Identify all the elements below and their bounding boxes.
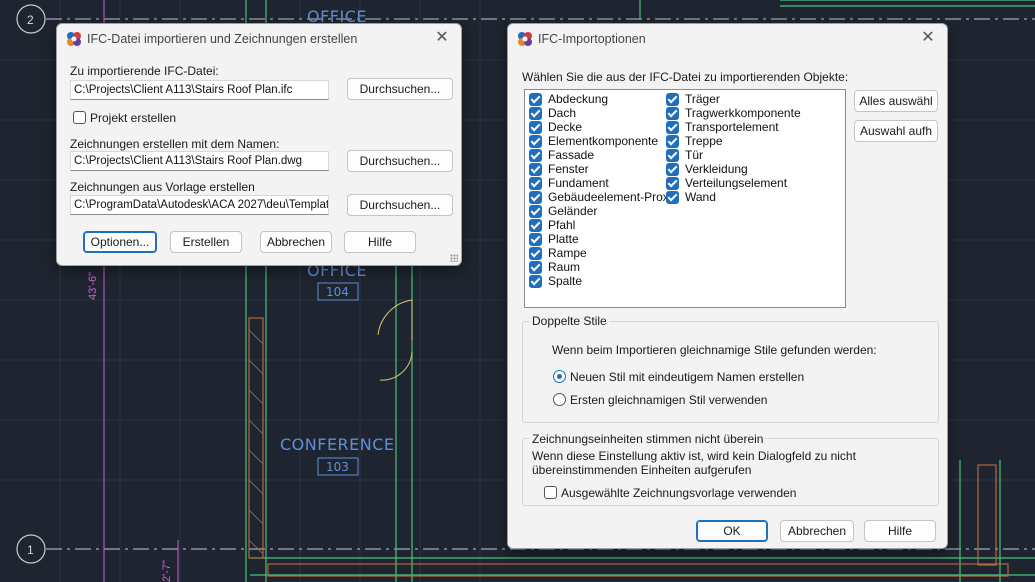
grid-bubble-1-label: 1 <box>27 543 34 557</box>
drawing-names-label: Zeichnungen erstellen mit dem Namen: <box>70 137 280 151</box>
object-list-item-label: Fassade <box>548 148 595 162</box>
cancel-button[interactable]: Abbrechen <box>260 231 332 253</box>
clear-selection-button[interactable]: Auswahl aufh <box>854 120 938 142</box>
checkbox-checked-icon[interactable] <box>529 149 542 162</box>
checkbox-checked-icon[interactable] <box>666 135 679 148</box>
object-list-item-label: Rampe <box>548 246 587 260</box>
dialog-title: IFC-Importoptionen <box>538 32 646 46</box>
checkbox-checked-icon[interactable] <box>529 275 542 288</box>
object-list-item-label: Elementkomponente <box>548 134 659 148</box>
dialog-titlebar[interactable]: IFC-Importoptionen ✕ <box>508 24 947 54</box>
object-list-item-label: Gebäudeelement-Proxy <box>548 190 675 204</box>
ifc-file-input[interactable]: C:\Projects\Client A113\Stairs Roof Plan… <box>70 80 329 100</box>
object-list-item-label: Tür <box>685 148 703 162</box>
object-list-item-label: Transportelement <box>685 120 779 134</box>
object-list-item-label: Verkleidung <box>685 162 748 176</box>
dimension-label-vertical: 43'-6" <box>87 272 99 300</box>
object-list-item-label: Geländer <box>548 204 598 218</box>
browse-dwg-button[interactable]: Durchsuchen... <box>347 150 453 172</box>
checkbox-checked-icon[interactable] <box>666 93 679 106</box>
select-objects-label: Wählen Sie die aus der IFC-Datei zu impo… <box>522 70 849 84</box>
checkbox-checked-icon[interactable] <box>529 107 542 120</box>
ifc-logo-icon <box>67 32 81 46</box>
grid-bubble-2-label: 2 <box>27 13 34 27</box>
object-list-item-label: Spalte <box>548 274 583 288</box>
checkbox-checked-icon[interactable] <box>529 261 542 274</box>
room-name-conference: CONFERENCE <box>280 435 395 454</box>
checkbox-checked-icon[interactable] <box>529 121 542 134</box>
create-project-label: Projekt erstellen <box>90 111 177 125</box>
dialog-titlebar[interactable]: IFC-Datei importieren und Zeichnungen er… <box>57 24 461 54</box>
checkbox-checked-icon[interactable] <box>666 121 679 134</box>
room-number-conference: 103 <box>326 460 349 474</box>
create-project-checkbox[interactable] <box>73 111 86 124</box>
close-icon[interactable]: ✕ <box>921 30 935 46</box>
object-list-item-label: Pfahl <box>548 218 576 232</box>
new-style-radio[interactable] <box>553 370 566 383</box>
ok-button[interactable]: OK <box>696 520 768 542</box>
use-template-checkbox[interactable] <box>544 486 557 499</box>
units-group-title: Zeichnungseinheiten stimmen nicht überei… <box>530 432 766 446</box>
help-button[interactable]: Hilfe <box>344 231 416 253</box>
close-icon[interactable]: ✕ <box>435 30 449 46</box>
object-list-item-label: Decke <box>548 120 583 134</box>
select-all-button[interactable]: Alles auswähl <box>854 90 938 112</box>
object-list-item-label: Raum <box>548 260 581 274</box>
object-list-item-label: Fenster <box>548 162 589 176</box>
new-style-label: Neuen Stil mit eindeutigem Namen erstell… <box>570 370 805 384</box>
object-checklist[interactable]: Abdeckung Dach Decke Elementkomponente Fassa… <box>524 89 846 308</box>
duplicate-styles-description: Wenn beim Importieren gleichnamige Stile… <box>552 343 877 357</box>
checkbox-checked-icon[interactable] <box>529 247 542 260</box>
ifc-import-dialog: IFC-Datei importieren und Zeichnungen er… <box>56 23 462 266</box>
checkbox-checked-icon[interactable] <box>529 135 542 148</box>
checkbox-checked-icon[interactable] <box>529 93 542 106</box>
help-button[interactable]: Hilfe <box>864 520 936 542</box>
first-style-label: Ersten gleichnamigen Stil verwenden <box>570 393 768 407</box>
checkbox-checked-icon[interactable] <box>666 163 679 176</box>
dimension-label-bottom: 2'-7" <box>161 560 173 582</box>
object-list-item-label: Dach <box>548 106 577 120</box>
checkbox-checked-icon[interactable] <box>666 191 679 204</box>
units-description-line1: Wenn diese Einstellung aktiv ist, wird k… <box>532 449 856 463</box>
checkbox-checked-icon[interactable] <box>529 205 542 218</box>
use-template-label: Ausgewählte Zeichnungsvorlage verwenden <box>561 486 797 500</box>
options-button[interactable]: Optionen... <box>83 231 157 253</box>
first-style-radio[interactable] <box>553 393 566 406</box>
object-list-item-label: Platte <box>548 232 579 246</box>
checkbox-checked-icon[interactable] <box>529 219 542 232</box>
units-description-line2: übereinstimmenden Einheiten aufgerufen <box>532 463 752 477</box>
resize-grip[interactable] <box>450 254 458 262</box>
object-list-item-label: Tragwerkkomponente <box>685 106 801 120</box>
ifc-file-label: Zu importierende IFC-Datei: <box>70 64 219 78</box>
checkbox-checked-icon[interactable] <box>666 149 679 162</box>
duplicate-styles-title: Doppelte Stile <box>530 314 609 328</box>
object-list-item-label: Abdeckung <box>548 92 609 106</box>
template-input[interactable]: C:\ProgramData\Autodesk\ACA 2027\deu\Tem… <box>70 195 329 215</box>
cancel-button[interactable]: Abbrechen <box>780 520 854 542</box>
object-list-item-label: Träger <box>685 92 720 106</box>
browse-ifc-button[interactable]: Durchsuchen... <box>347 78 453 100</box>
room-number-office: 104 <box>326 285 349 299</box>
checkbox-checked-icon[interactable] <box>529 163 542 176</box>
checkbox-checked-icon[interactable] <box>529 191 542 204</box>
object-list-item-label: Verteilungselement <box>685 176 788 190</box>
ifc-import-options-dialog: IFC-Importoptionen ✕ Wählen Sie die aus … <box>507 23 948 549</box>
dialog-title: IFC-Datei importieren und Zeichnungen er… <box>87 32 358 46</box>
checkbox-checked-icon[interactable] <box>529 177 542 190</box>
ifc-logo-icon <box>518 32 532 46</box>
checkbox-checked-icon[interactable] <box>666 177 679 190</box>
object-list-item-label: Treppe <box>685 134 723 148</box>
drawing-name-input[interactable]: C:\Projects\Client A113\Stairs Roof Plan… <box>70 151 329 171</box>
object-list-item-label: Wand <box>685 190 716 204</box>
create-button[interactable]: Erstellen <box>170 231 242 253</box>
checkbox-checked-icon[interactable] <box>666 107 679 120</box>
template-label: Zeichnungen aus Vorlage erstellen <box>70 180 255 194</box>
object-list-item-label: Fundament <box>548 176 609 190</box>
checkbox-checked-icon[interactable] <box>529 233 542 246</box>
browse-template-button[interactable]: Durchsuchen... <box>347 194 453 216</box>
